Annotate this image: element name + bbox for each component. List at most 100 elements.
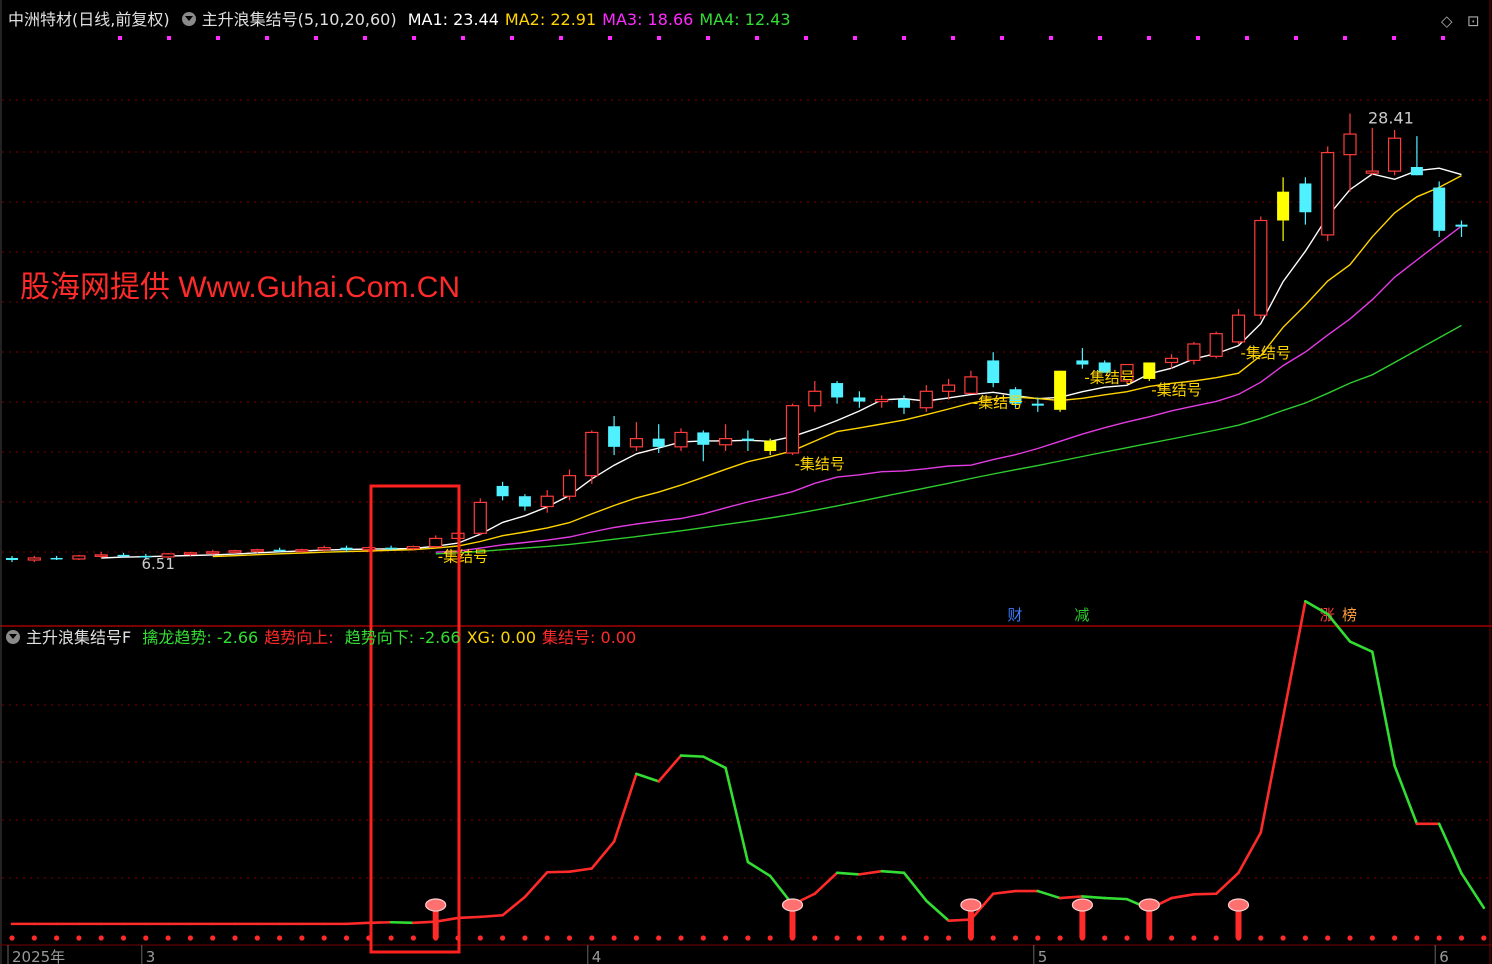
signal-label: -集结号 <box>973 393 1023 411</box>
marker-dot <box>314 36 318 40</box>
indicator-segment <box>924 899 950 922</box>
baseline-dot <box>1124 935 1130 941</box>
marker-dot <box>1098 36 1102 40</box>
signal-pin <box>789 908 796 938</box>
candle-body <box>1187 343 1201 362</box>
indicator-segment <box>1036 889 1062 900</box>
baseline-dot <box>1169 935 1175 941</box>
marker-dot <box>951 36 955 40</box>
watermark-text: 股海网提供 Www.Guhai.Com.CN <box>20 271 461 304</box>
signal-pin-head <box>1227 898 1250 912</box>
indicator-dropdown-icon[interactable] <box>6 630 20 644</box>
candle-body <box>406 546 420 550</box>
main-chart-header: 中洲特材(日线,前复权) 主升浪集结号(5,10,20,60) MA1: 23.4… <box>0 8 803 32</box>
baseline-dot <box>723 935 729 941</box>
diamond-icon[interactable]: ◇ <box>1441 12 1453 30</box>
chart-frame <box>0 0 1492 964</box>
candle-body <box>183 552 197 555</box>
baseline-dot <box>500 935 506 941</box>
baseline-dot <box>589 935 595 941</box>
indicator-segment <box>947 918 973 922</box>
indicator-panel-name[interactable]: 主升浪集结号F <box>26 628 131 647</box>
signal-label: -集结号 <box>438 548 488 566</box>
indicator-segment <box>1281 599 1307 719</box>
marker-dot <box>363 36 367 40</box>
marker-dot <box>265 36 269 40</box>
indicator-name[interactable]: 主升浪集结号(5,10,20,60) <box>202 10 397 29</box>
indicator-segment <box>746 860 772 878</box>
ma3-readout: MA3: 18.66 <box>602 10 694 29</box>
candle-body <box>562 475 577 497</box>
candle-body <box>1076 360 1089 365</box>
candle-body <box>941 384 956 392</box>
baseline-dot <box>232 935 238 941</box>
candle-body <box>831 383 844 398</box>
indicator-field-3: XG: 0.00 <box>466 628 537 647</box>
baseline-dot <box>834 935 840 941</box>
ma2-readout: MA2: 22.91 <box>504 10 597 29</box>
baseline-dot <box>1035 935 1041 941</box>
baseline-dot <box>656 935 662 941</box>
candle-body <box>1277 191 1290 221</box>
baseline-dot <box>1258 935 1264 941</box>
candle-body <box>987 360 1000 384</box>
period-label[interactable]: (日线,前复权) <box>72 10 170 29</box>
baseline-dot <box>410 935 416 941</box>
candle-body <box>1455 224 1468 227</box>
candle-body <box>585 431 599 477</box>
candle-body <box>1410 167 1423 176</box>
candle-body <box>273 549 286 552</box>
baseline-dot <box>633 935 640 941</box>
marker-dot <box>167 36 171 40</box>
indicator-segment <box>1192 892 1218 896</box>
baseline-dot <box>9 935 15 941</box>
candle-body <box>317 547 331 551</box>
signal-label: -集结号 <box>1084 369 1134 387</box>
maximize-icon[interactable]: ⊡ <box>1467 12 1480 30</box>
baseline-dot <box>745 935 751 941</box>
candle-body <box>1387 137 1402 172</box>
baseline-dot <box>343 935 350 941</box>
marker-dot <box>608 36 612 40</box>
baseline-dot <box>767 935 773 941</box>
x-tick-label: 6 <box>1439 948 1449 964</box>
event-badge: 减 <box>1074 606 1089 624</box>
baseline-dot <box>98 935 104 941</box>
x-tick-label: 2025年 <box>12 948 65 964</box>
event-badge: 财 <box>1008 606 1023 624</box>
baseline-dot <box>1280 935 1286 941</box>
x-tick-label: 4 <box>592 948 602 964</box>
indicator-segment <box>724 766 750 864</box>
signal-pin-head <box>425 898 447 912</box>
signal-pin <box>1146 908 1153 938</box>
candle-body <box>228 550 242 553</box>
signal-pin-head <box>781 898 804 912</box>
indicator-segment <box>902 871 928 903</box>
baseline-dot <box>321 935 327 941</box>
baseline-dot <box>1102 935 1108 941</box>
candle-body <box>1209 333 1223 357</box>
signal-label: -集结号 <box>795 455 845 473</box>
stock-name[interactable]: 中洲特材 <box>8 10 72 29</box>
candle-body <box>1254 219 1268 316</box>
indicator-segment <box>478 913 504 919</box>
baseline-dot <box>277 935 283 941</box>
indicator-field-0: 擒龙趋势: -2.66 <box>142 628 259 647</box>
candle-body <box>674 431 688 448</box>
indicator-segment <box>1237 831 1263 875</box>
baseline-dot <box>946 935 952 941</box>
signal-pin <box>432 908 439 938</box>
candle-body <box>496 485 509 497</box>
candle-body <box>72 555 86 560</box>
chart-canvas: -集结号-集结号-集结号-集结号-集结号-集结号28.416.51财减涨榜 20… <box>0 0 1492 964</box>
signal-label: -集结号 <box>1151 381 1201 399</box>
baseline-dot <box>143 935 149 941</box>
indicator-dropdown-icon[interactable] <box>181 12 196 26</box>
candlestick-series <box>6 113 1468 563</box>
marker-dot <box>118 36 122 40</box>
baseline-dot <box>165 935 171 941</box>
candle-body <box>206 551 220 554</box>
indicator-segment <box>434 916 460 924</box>
candle-body <box>741 438 754 441</box>
candle-body <box>385 547 398 550</box>
